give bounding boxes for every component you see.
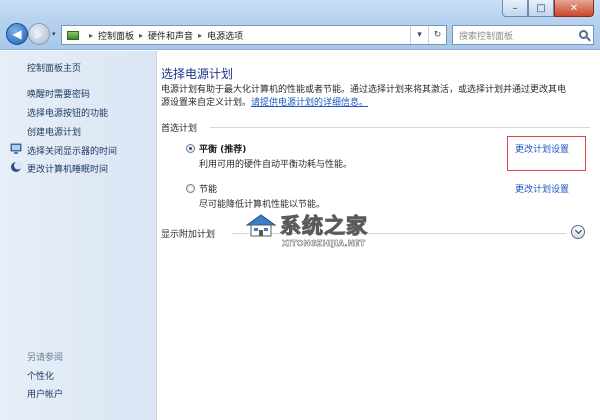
sidebar-item-power-buttons[interactable]: 选择电源按钮的功能 bbox=[27, 106, 108, 119]
breadcrumb-separator[interactable]: ▸ bbox=[139, 31, 143, 40]
address-bar[interactable]: ▸ 控制面板 ▸ 硬件和声音 ▸ 电源选项 ▾ ↻ bbox=[61, 25, 447, 45]
expand-additional-plans-button[interactable] bbox=[571, 225, 585, 239]
search-input[interactable]: 搜索控制面板 bbox=[452, 25, 594, 45]
house-logo-icon bbox=[245, 214, 277, 237]
breadcrumb-power-options[interactable]: 电源选项 bbox=[207, 29, 243, 42]
close-button[interactable]: ✕ bbox=[554, 0, 594, 17]
maximize-button[interactable]: □ bbox=[528, 0, 554, 17]
page-description: 电源计划有助于最大化计算机的性能或者节能。通过选择计划来将其激活，或选择计划并通… bbox=[161, 84, 591, 110]
page-title: 选择电源计划 bbox=[161, 67, 234, 81]
sidebar-home-link[interactable]: 控制面板主页 bbox=[27, 61, 81, 74]
recent-pages-dropdown[interactable]: ▾ bbox=[52, 30, 56, 38]
plan-power-saver-name[interactable]: 节能 bbox=[199, 182, 217, 195]
address-dropdown-button[interactable]: ▾ bbox=[410, 26, 428, 44]
sidebar-item-personalization[interactable]: 个性化 bbox=[27, 369, 54, 382]
window-titlebar: – □ ✕ ◀ ▶ ▾ ▸ 控制面板 ▸ 硬件和声音 ▸ 电源选项 ▾ ↻ 搜索… bbox=[0, 0, 600, 50]
group-divider bbox=[210, 127, 590, 128]
minimize-button[interactable]: – bbox=[502, 0, 528, 17]
watermark-url: XITONGZHIJIA.NET bbox=[282, 239, 366, 248]
plan-power-saver-radio[interactable] bbox=[186, 184, 195, 193]
search-icon[interactable] bbox=[579, 30, 588, 39]
plan-power-saver-change-settings-link[interactable]: 更改计划设置 bbox=[515, 182, 569, 195]
breadcrumb-separator[interactable]: ▸ bbox=[198, 31, 202, 40]
sidebar-item-create-plan[interactable]: 创建电源计划 bbox=[27, 125, 81, 138]
breadcrumb-separator[interactable]: ▸ bbox=[89, 31, 93, 40]
control-panel-icon bbox=[66, 29, 80, 41]
plan-details-link[interactable]: 请提供电源计划的详细信息。 bbox=[251, 98, 368, 108]
breadcrumb-hardware-sound[interactable]: 硬件和声音 bbox=[148, 29, 193, 42]
search-placeholder: 搜索控制面板 bbox=[459, 31, 514, 42]
moon-icon bbox=[11, 161, 22, 172]
watermark-text: 系统之家 bbox=[280, 214, 368, 239]
refresh-button[interactable]: ↻ bbox=[428, 26, 446, 44]
description-line-2: 源设置来自定义计划。请提供电源计划的详细信息。 bbox=[161, 97, 591, 110]
sidebar-item-sleep-time[interactable]: 更改计算机睡眠时间 bbox=[27, 162, 108, 175]
back-button[interactable]: ◀ bbox=[6, 23, 28, 45]
sidebar-item-user-accounts[interactable]: 用户帐户 bbox=[27, 387, 63, 400]
plan-balanced-name[interactable]: 平衡 (推荐) bbox=[199, 142, 246, 155]
plan-balanced-radio[interactable] bbox=[186, 144, 195, 153]
plan-balanced-desc: 利用可用的硬件自动平衡功耗与性能。 bbox=[199, 160, 353, 170]
watermark: 系统之家 XITONGZHIJIA.NET bbox=[240, 208, 430, 263]
forward-button[interactable]: ▶ bbox=[28, 23, 50, 45]
sidebar-item-display-off-time[interactable]: 选择关闭显示器的时间 bbox=[27, 144, 117, 157]
sidebar-item-wake-password[interactable]: 唤醒时需要密码 bbox=[27, 87, 90, 100]
description-line-1: 电源计划有助于最大化计算机的性能或者节能。通过选择计划来将其激活，或选择计划并通… bbox=[161, 85, 567, 95]
arrow-left-icon: ◀ bbox=[12, 27, 22, 41]
arrow-right-icon: ▶ bbox=[34, 27, 44, 41]
sidebar: 控制面板主页 唤醒时需要密码 选择电源按钮的功能 创建电源计划 选择关闭显示器的… bbox=[0, 51, 157, 420]
description-line-2-text: 源设置来自定义计划。 bbox=[161, 98, 252, 108]
caption-buttons: – □ ✕ bbox=[502, 0, 594, 17]
monitor-icon bbox=[10, 143, 22, 154]
refresh-icon: ↻ bbox=[433, 30, 442, 40]
preferred-plans-header: 首选计划 bbox=[161, 124, 198, 134]
highlight-box bbox=[507, 136, 586, 171]
breadcrumb-control-panel[interactable]: 控制面板 bbox=[98, 29, 134, 42]
chevron-down-icon bbox=[574, 226, 582, 235]
see-also-heading: 另请参阅 bbox=[27, 353, 64, 363]
additional-plans-header[interactable]: 显示附加计划 bbox=[161, 227, 215, 240]
